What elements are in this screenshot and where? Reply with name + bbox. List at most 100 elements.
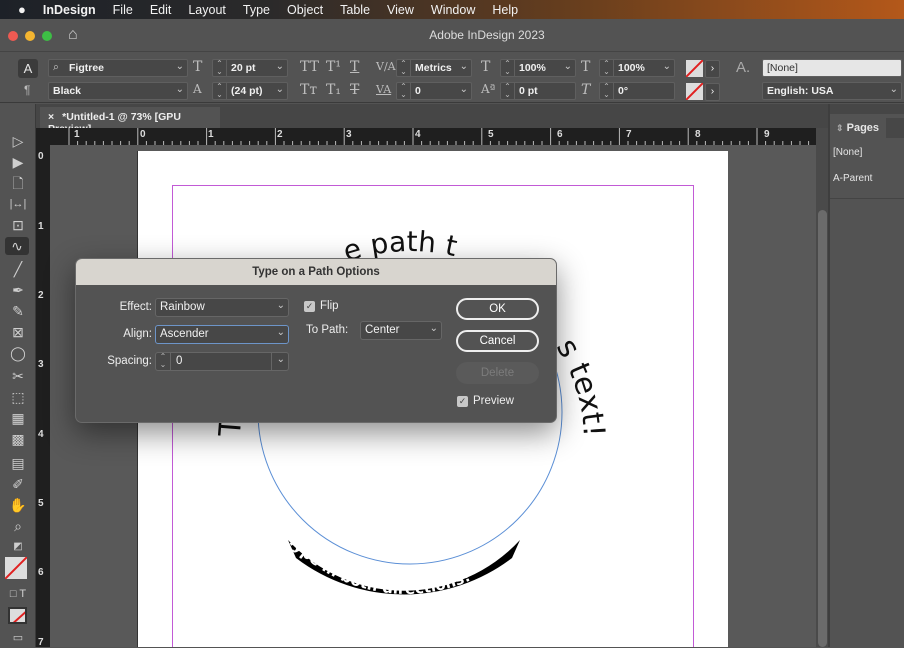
menu-object[interactable]: Object	[287, 3, 323, 17]
cancel-button[interactable]: Cancel	[456, 330, 539, 352]
menu-help[interactable]: Help	[492, 3, 518, 17]
menu-edit[interactable]: Edit	[150, 3, 172, 17]
swap-colors-icon[interactable]: ◩ ↷	[8, 538, 28, 570]
strikethrough-button[interactable]: T	[350, 82, 359, 98]
preview-checkbox[interactable]: ✓	[457, 396, 468, 407]
stepper-icon[interactable]: ⌃ ⌄	[501, 82, 515, 100]
stepper-icon[interactable]: ⌃ ⌄	[213, 59, 227, 77]
path-text-top[interactable]: s text!	[549, 333, 611, 438]
stepper-icon[interactable]: ⌃ ⌄	[501, 59, 515, 77]
type-on-path-options-dialog: Type on a Path Options Effect: Rainbow ⌄ …	[75, 258, 557, 423]
all-caps-button[interactable]: TT	[300, 59, 319, 75]
menu-layout[interactable]: Layout	[188, 3, 226, 17]
small-caps-button[interactable]: Tт	[300, 82, 317, 98]
apple-menu-icon[interactable]: ●	[18, 2, 26, 17]
character-mode-button[interactable]: A	[18, 59, 38, 78]
menu-view[interactable]: View	[387, 3, 414, 17]
menu-app[interactable]: InDesign	[43, 3, 96, 17]
line-tool-icon[interactable]: ╱	[8, 260, 28, 278]
baseline-shift-icon: Aª	[481, 82, 496, 96]
note-tool-icon[interactable]: ▤	[8, 454, 28, 472]
stepper-icon[interactable]: ⌃ ⌄	[600, 82, 614, 100]
ruler-label: 1	[38, 221, 44, 232]
zoom-tool-icon[interactable]: ⌕	[8, 517, 28, 535]
effect-label: Effect:	[119, 301, 152, 313]
free-transform-tool-icon[interactable]: ⬚	[8, 388, 28, 406]
effect-select[interactable]: Rainbow ⌄	[155, 298, 289, 317]
document-tab[interactable]: ×*Untitled-1 @ 73% [GPU Preview]	[40, 107, 220, 135]
screen-mode-icon[interactable]: ▭	[8, 629, 28, 647]
selection-tool-icon[interactable]: ▷	[8, 132, 28, 150]
stroke-none-swatch[interactable]	[686, 83, 703, 100]
stepper-icon[interactable]: ⌃ ⌄	[600, 59, 614, 77]
ruler-label: 4	[415, 129, 421, 140]
superscript-button[interactable]: T¹	[326, 59, 341, 75]
vertical-ruler[interactable]: 0 1 2 3 4 5 6 7	[36, 145, 50, 648]
stepper-icon[interactable]: ⌃ ⌄	[397, 59, 411, 77]
chevron-down-icon: ⌄	[175, 84, 184, 95]
align-label: Align:	[123, 328, 152, 340]
to-path-select[interactable]: Center ⌄	[360, 321, 442, 340]
fill-stroke-swatch-icon[interactable]	[5, 557, 27, 579]
content-collector-icon[interactable]: ⊡	[8, 216, 28, 234]
ok-button[interactable]: OK	[456, 298, 539, 320]
horizontal-scale-field[interactable]: ⌃ ⌄ 100% ⌄	[599, 59, 675, 77]
underline-button[interactable]: T	[350, 59, 359, 75]
ellipse-tool-icon[interactable]: ◯	[8, 344, 28, 362]
spacing-label: Spacing:	[107, 355, 152, 367]
title-bar: ⌂ Adobe InDesign 2023	[0, 19, 904, 52]
gradient-swatch-tool-icon[interactable]: ▦	[8, 409, 28, 427]
baseline-shift-field[interactable]: ⌃ ⌄ 0 pt	[500, 82, 576, 100]
subscript-button[interactable]: T₁	[326, 82, 341, 98]
stepper-icon[interactable]: ⌃ ⌄	[397, 82, 411, 100]
kerning-field[interactable]: ⌃ ⌄ Metrics ⌄	[396, 59, 472, 77]
gap-tool-icon[interactable]: |↔|	[8, 195, 28, 213]
apply-none-icon[interactable]	[8, 607, 27, 624]
menu-window[interactable]: Window	[431, 3, 475, 17]
menu-type[interactable]: Type	[243, 3, 270, 17]
pencil-tool-icon[interactable]: ✎	[8, 302, 28, 320]
direct-selection-tool-icon[interactable]: ▶	[8, 153, 28, 171]
scissors-tool-icon[interactable]: ✂	[8, 367, 28, 385]
tracking-field[interactable]: ⌃ ⌄ 0 ⌄	[396, 82, 472, 100]
language-field[interactable]: English: USA ⌄	[762, 82, 902, 100]
fill-arrow-button[interactable]: ›	[705, 60, 720, 78]
font-style-field[interactable]: Black ⌄	[48, 82, 188, 100]
stepper-icon[interactable]: ⌃ ⌄	[156, 353, 171, 370]
page-tool-icon[interactable]: 🗋	[8, 174, 28, 192]
spacing-field[interactable]: ⌃ ⌄ 0 ⌄	[155, 352, 289, 371]
font-family-field[interactable]: ⌕ Figtree ⌄	[48, 59, 188, 77]
align-select[interactable]: Ascender ⌄	[155, 325, 289, 344]
font-size-field[interactable]: ⌃ ⌄ 20 pt ⌄	[212, 59, 288, 77]
formatting-container-icon[interactable]: □ T	[8, 585, 28, 603]
menu-table[interactable]: Table	[340, 3, 370, 17]
skew-field[interactable]: ⌃ ⌄ 0°	[599, 82, 675, 100]
dialog-title: Type on a Path Options	[76, 259, 556, 285]
eyedropper-tool-icon[interactable]: ✐	[8, 475, 28, 493]
rectangle-frame-tool-icon[interactable]: ⊠	[8, 323, 28, 341]
chevron-down-icon: ⌄	[429, 323, 438, 334]
stroke-arrow-button[interactable]: ›	[705, 83, 720, 101]
menu-file[interactable]: File	[113, 3, 133, 17]
hand-tool-icon[interactable]: ✋	[8, 496, 28, 514]
pen-tool-icon[interactable]: ✒	[8, 281, 28, 299]
parent-none[interactable]: [None]	[833, 147, 862, 158]
horizontal-ruler[interactable]: 1 0 1 2 3 4 5 6 7 8 9	[36, 128, 816, 145]
delete-button[interactable]: Delete	[456, 362, 539, 384]
type-on-path-tool-icon[interactable]: ∿	[5, 237, 29, 255]
pages-tab[interactable]: ⇕ Pages	[830, 118, 886, 138]
paragraph-mode-button[interactable]: ¶	[24, 83, 30, 97]
gradient-feather-tool-icon[interactable]: ▩	[8, 430, 28, 448]
scrollbar-thumb[interactable]	[818, 210, 827, 647]
flip-checkbox[interactable]: ✓	[304, 301, 315, 312]
character-style-field[interactable]: [None]⌄	[762, 59, 902, 77]
preview-label: Preview	[473, 395, 514, 407]
leading-field[interactable]: ⌃ ⌄ (24 pt) ⌄	[212, 82, 288, 100]
vertical-scale-field[interactable]: ⌃ ⌄ 100% ⌄	[500, 59, 576, 77]
close-tab-icon[interactable]: ×	[48, 111, 54, 123]
parent-a[interactable]: A-Parent	[833, 173, 872, 184]
stepper-icon[interactable]: ⌃ ⌄	[213, 82, 227, 100]
vertical-scrollbar[interactable]	[816, 128, 828, 647]
fill-none-swatch[interactable]	[686, 60, 703, 77]
path-text-bottom[interactable]: Type in both directions!	[284, 531, 473, 598]
